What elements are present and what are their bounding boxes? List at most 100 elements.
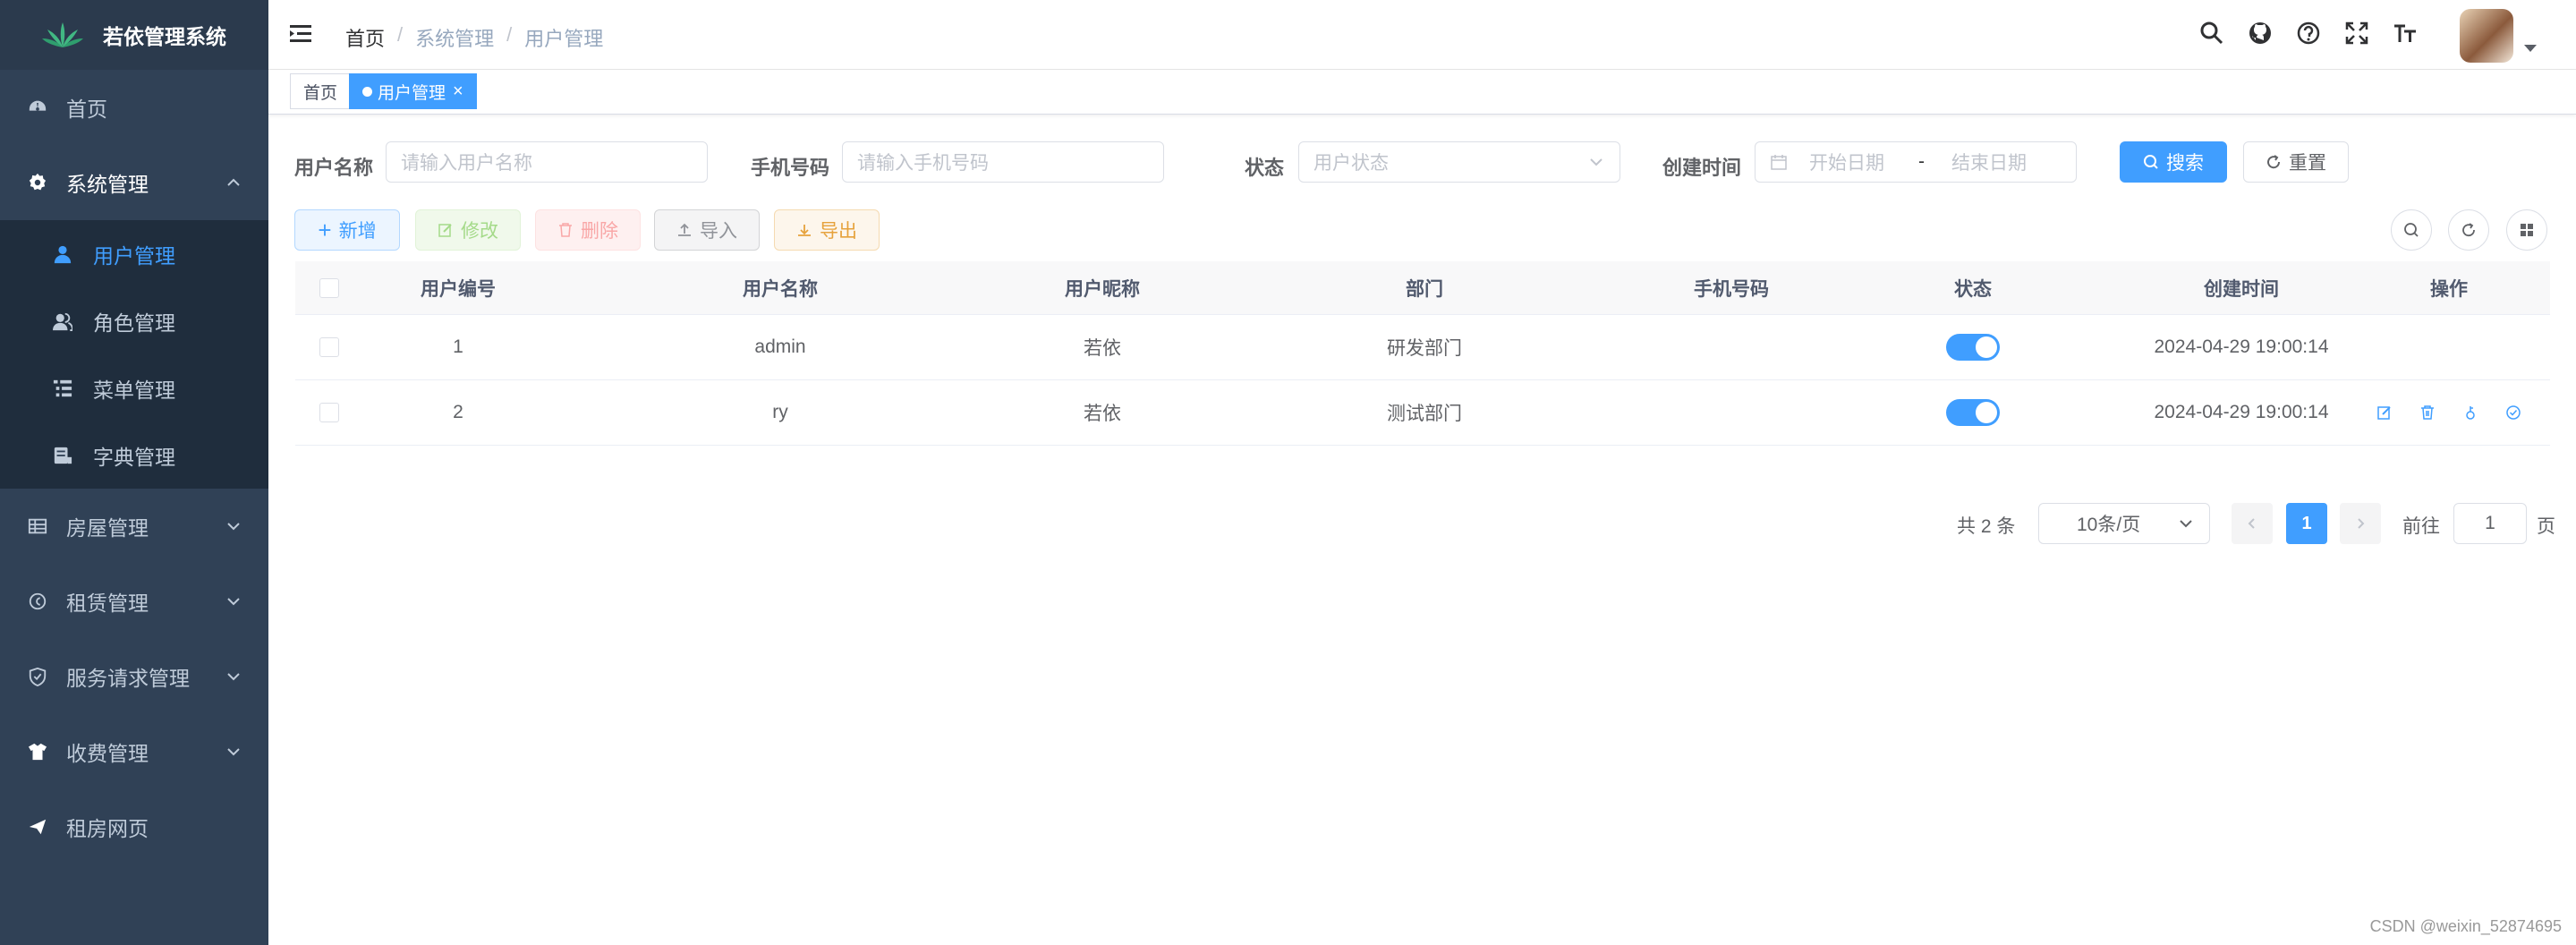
shield-icon xyxy=(27,666,48,687)
breadcrumb-item: 用户管理 xyxy=(524,28,604,50)
refresh-icon xyxy=(2267,155,2281,169)
column-header: 手机号码 xyxy=(1694,278,1769,300)
import-button[interactable]: 导入 xyxy=(654,209,760,251)
sidebar-item-label: 服务请求管理 xyxy=(66,667,190,690)
sidebar-item-house[interactable]: 房屋管理 xyxy=(0,489,268,564)
chevron-right-icon xyxy=(2358,518,2365,529)
sidebar-item-system[interactable]: 系统管理 xyxy=(0,145,268,220)
phone-input[interactable]: 请输入手机号码 xyxy=(842,141,1164,183)
sidebar-item-label: 用户管理 xyxy=(93,243,175,268)
status-label: 状态 xyxy=(1245,157,1285,179)
goto-page-input[interactable]: 1 xyxy=(2453,503,2527,544)
logo[interactable]: 若依管理系统 xyxy=(0,0,268,70)
cell-user-id: 1 xyxy=(453,336,463,357)
cell-nickname: 若依 xyxy=(1084,404,1121,424)
columns-button[interactable] xyxy=(2506,209,2547,251)
row-checkbox[interactable] xyxy=(319,403,339,422)
caret-down-icon[interactable] xyxy=(2524,45,2537,52)
select-all-cell xyxy=(295,277,363,298)
table-icon xyxy=(27,515,48,537)
question-icon[interactable] xyxy=(2295,20,2322,47)
chevron-down-icon xyxy=(227,598,240,606)
upload-icon xyxy=(678,223,691,236)
cell-username: ry xyxy=(772,402,788,422)
key-icon[interactable] xyxy=(2461,404,2479,421)
chevron-down-icon xyxy=(227,748,240,756)
search-icon[interactable] xyxy=(2198,20,2225,47)
trash-icon[interactable] xyxy=(2419,404,2436,421)
next-page-button[interactable] xyxy=(2340,503,2381,544)
page-number-button[interactable]: 1 xyxy=(2286,503,2327,544)
dashboard-icon xyxy=(27,97,48,118)
fullscreen-icon[interactable] xyxy=(2343,20,2370,47)
sidebar-item-rental-web[interactable]: 租房网页 xyxy=(0,789,268,864)
edit-button-label: 修改 xyxy=(461,221,498,242)
active-dot-icon xyxy=(362,86,372,97)
export-button[interactable]: 导出 xyxy=(774,209,880,251)
sidebar-item-home[interactable]: 首页 xyxy=(0,70,268,145)
sidebar-item-menu-management[interactable]: 菜单管理 xyxy=(0,354,268,421)
sidebar-item-lease[interactable]: 租赁管理 xyxy=(0,564,268,639)
refresh-icon xyxy=(2462,223,2475,237)
username-label: 用户名称 xyxy=(294,157,374,179)
toggle-search-button[interactable] xyxy=(2391,209,2432,251)
sidebar-item-label: 房屋管理 xyxy=(66,516,149,540)
column-header: 操作 xyxy=(2430,278,2468,300)
status-switch[interactable] xyxy=(1946,334,2000,361)
close-icon[interactable]: × xyxy=(453,81,463,102)
page-size-select[interactable]: 10条/页 xyxy=(2038,503,2210,544)
sidebar-item-role-management[interactable]: 角色管理 xyxy=(0,287,268,354)
user-icon xyxy=(52,243,73,265)
range-separator: - xyxy=(1918,151,1925,172)
sidebar-item-label: 系统管理 xyxy=(66,173,149,196)
sidebar-item-label: 菜单管理 xyxy=(93,378,175,402)
status-select[interactable]: 用户状态 xyxy=(1298,141,1620,183)
hamburger-icon[interactable] xyxy=(288,21,313,47)
edit-icon[interactable] xyxy=(2376,404,2393,421)
select-all-checkbox[interactable] xyxy=(319,277,339,298)
logo-icon xyxy=(42,22,83,47)
input-placeholder: 请输入用户名称 xyxy=(401,153,532,174)
chevron-down-icon xyxy=(2180,520,2192,528)
download-icon xyxy=(798,225,811,236)
sidebar-item-dict-management[interactable]: 字典管理 xyxy=(0,421,268,489)
add-button[interactable]: + 新增 xyxy=(294,209,400,251)
send-icon xyxy=(27,816,48,838)
cell-created: 2024-04-29 19:00:14 xyxy=(2154,336,2329,357)
github-icon[interactable] xyxy=(2247,20,2274,47)
column-header: 创建时间 xyxy=(2204,278,2279,300)
sidebar-item-label: 租赁管理 xyxy=(66,592,149,615)
column-header: 用户名称 xyxy=(743,278,818,300)
chevron-down-icon xyxy=(1590,158,1603,166)
status-switch[interactable] xyxy=(1946,399,2000,426)
column-header: 用户昵称 xyxy=(1065,278,1140,300)
navbar: 首页 / 系统管理 / 用户管理 xyxy=(268,0,2576,70)
column-header: 用户编号 xyxy=(421,278,496,300)
peoples-icon xyxy=(52,311,73,332)
select-placeholder: 用户状态 xyxy=(1314,153,1389,174)
sidebar-item-service-request[interactable]: 服务请求管理 xyxy=(0,639,268,714)
breadcrumb-item[interactable]: 首页 xyxy=(345,23,385,52)
submenu-system: 用户管理 角色管理 菜单管理 字典管理 xyxy=(0,220,268,489)
tag-user-management[interactable]: 用户管理 × xyxy=(349,73,477,109)
username-input[interactable]: 请输入用户名称 xyxy=(386,141,708,183)
edit-button[interactable]: 修改 xyxy=(415,209,521,251)
plus-icon: + xyxy=(318,217,332,243)
created-label: 创建时间 xyxy=(1662,157,1742,179)
row-checkbox[interactable] xyxy=(319,337,339,357)
reset-button[interactable]: 重置 xyxy=(2243,141,2349,183)
font-size-icon[interactable] xyxy=(2392,20,2419,47)
delete-button[interactable]: 删除 xyxy=(535,209,641,251)
date-range-picker[interactable]: 开始日期 - 结束日期 xyxy=(1755,141,2077,183)
cell-created: 2024-04-29 19:00:14 xyxy=(2154,402,2329,422)
search-button[interactable]: 搜索 xyxy=(2120,141,2227,183)
sidebar-item-user-management[interactable]: 用户管理 xyxy=(0,220,268,287)
chevron-left-icon xyxy=(2248,518,2255,529)
sidebar-item-charge[interactable]: 收费管理 xyxy=(0,714,268,789)
tag-home[interactable]: 首页 xyxy=(290,73,352,109)
tag-label: 用户管理 xyxy=(378,83,446,103)
prev-page-button[interactable] xyxy=(2232,503,2273,544)
avatar[interactable] xyxy=(2460,9,2513,63)
refresh-button[interactable] xyxy=(2448,209,2489,251)
circle-check-icon[interactable] xyxy=(2504,404,2522,421)
